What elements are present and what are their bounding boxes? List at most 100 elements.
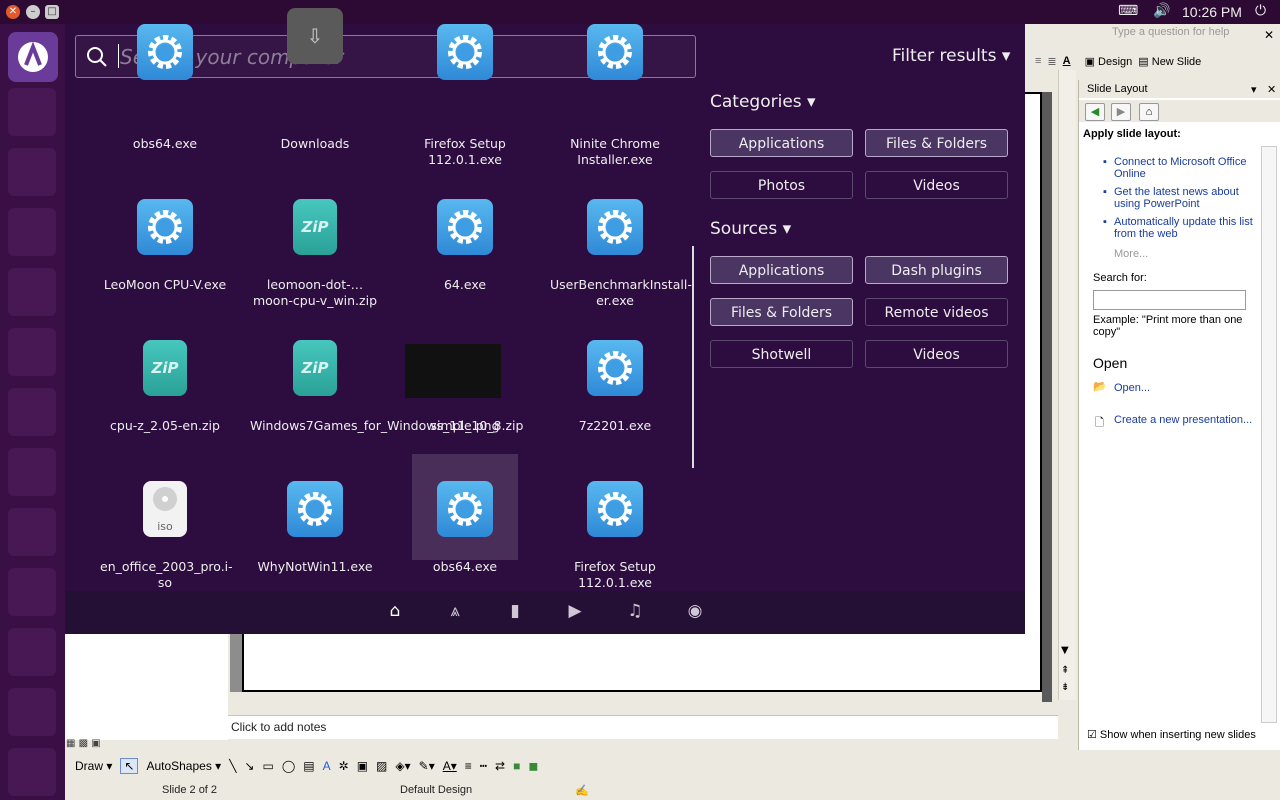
result-item[interactable]: Firefox Setup 112.0.1.exe — [550, 481, 680, 601]
line-style-icon[interactable]: ≡ — [465, 759, 472, 773]
photo-lens-icon[interactable]: ◉ — [685, 601, 705, 621]
arrow-style-icon[interactable]: ⇄ — [495, 759, 505, 773]
oval-icon[interactable]: ◯ — [282, 759, 295, 773]
indent-icon[interactable]: ≣ — [1047, 55, 1056, 68]
office-online-link-2[interactable]: Automatically update this list from the … — [1114, 216, 1259, 240]
office-dock-icon[interactable] — [8, 688, 56, 736]
clock[interactable]: 10:26 PM — [1182, 4, 1242, 20]
result-item[interactable]: ZiP cpu-z_2.05-en.zip — [100, 340, 230, 460]
result-item[interactable]: Ninite Chrome Installer.exe — [550, 24, 680, 178]
dash-style-icon[interactable]: ┅ — [480, 759, 487, 773]
categories-title[interactable]: Categories ▾ — [710, 92, 816, 112]
7zip-dock-icon[interactable] — [8, 628, 56, 676]
select-pointer-icon[interactable]: ↖ — [120, 758, 139, 774]
media-dock-icon[interactable] — [8, 388, 56, 436]
picture-icon[interactable]: ▨ — [376, 759, 387, 773]
source-filter-button[interactable]: Files & Folders — [710, 298, 853, 326]
open-link[interactable]: Open... — [1114, 382, 1150, 394]
forward-icon[interactable]: ▶ — [1111, 103, 1131, 121]
align-icon[interactable]: ≡ — [1035, 55, 1041, 67]
back-icon[interactable]: ◀ — [1085, 103, 1105, 121]
create-presentation-link[interactable]: Create a new presentation... — [1114, 414, 1252, 426]
source-filter-button[interactable]: Videos — [865, 340, 1008, 368]
rectangle-icon[interactable]: ▭ — [262, 759, 273, 773]
task-pane-close-icon[interactable]: ✕ — [1267, 83, 1276, 96]
writer-dock-icon[interactable] — [8, 208, 56, 256]
sources-title[interactable]: Sources ▾ — [710, 219, 791, 239]
music-lens-icon[interactable]: ♫ — [625, 601, 645, 621]
results-scrollbar[interactable] — [692, 246, 694, 468]
source-filter-button[interactable]: Applications — [710, 256, 853, 284]
more-link[interactable]: More... — [1114, 248, 1148, 260]
keyboard-icon[interactable]: ⌨ — [1118, 3, 1138, 19]
applications-lens-icon[interactable]: ⩓ — [445, 601, 465, 621]
new-slide-button[interactable]: ▤ New Slide — [1138, 55, 1201, 68]
source-filter-button[interactable]: Dash plugins — [865, 256, 1008, 284]
dash-home-icon[interactable] — [8, 32, 58, 82]
result-item[interactable]: LeoMoon CPU-V.exe — [100, 199, 230, 319]
task-pane-scrollbar[interactable] — [1261, 146, 1277, 723]
diagram-icon[interactable]: ✲ — [339, 759, 349, 773]
help-search-box[interactable]: Type a question for help — [1112, 26, 1262, 46]
autoshapes-menu[interactable]: AutoShapes ▾ — [146, 759, 221, 773]
result-item[interactable]: iso en_office_2003_pro.i-so — [100, 481, 233, 601]
result-item[interactable]: ZiP leomoon-dot-… moon-cpu-v_win.zip — [250, 199, 380, 319]
font-color-icon[interactable]: A — [1063, 55, 1071, 67]
office-online-link-0[interactable]: Connect to Microsoft Office Online — [1114, 156, 1254, 180]
result-item[interactable]: ZiP Windows7Games_for_Windows_11_10_8.zip — [250, 340, 523, 460]
volume-icon[interactable]: 🔊 — [1153, 3, 1170, 19]
task-pane-menu-icon[interactable]: ▾ — [1251, 83, 1257, 96]
source-filter-button[interactable]: Shotwell — [710, 340, 853, 368]
scroll-down-icon[interactable]: ▼ — [1061, 645, 1069, 656]
minimize-window-icon[interactable]: – — [26, 5, 40, 19]
result-item[interactable]: UserBenchmarkInstall-er.exe — [550, 199, 692, 319]
app-dock-icon[interactable] — [8, 508, 56, 556]
category-filter-button[interactable]: Videos — [865, 171, 1008, 199]
next-slide-icon[interactable]: ⇟ — [1061, 682, 1069, 693]
home-lens-icon[interactable]: ⌂ — [385, 601, 405, 621]
result-item[interactable]: Firefox Setup 112.0.1.exe — [400, 24, 530, 178]
slide-scrollbar[interactable] — [1058, 70, 1076, 700]
files-dock-icon[interactable] — [8, 88, 56, 136]
arrow-icon[interactable]: ↘ — [244, 759, 254, 773]
files-lens-icon[interactable]: ▮ — [505, 601, 525, 621]
source-filter-button[interactable]: Remote videos — [865, 298, 1008, 326]
category-filter-button[interactable]: Photos — [710, 171, 853, 199]
draw-menu[interactable]: Draw ▾ — [75, 759, 112, 773]
calc-dock-icon[interactable] — [8, 328, 56, 376]
result-item[interactable]: simple.png — [400, 340, 530, 460]
prev-slide-icon[interactable]: ⇞ — [1061, 665, 1069, 676]
line-icon[interactable]: ╲ — [229, 759, 236, 773]
wordart-icon[interactable]: A — [323, 759, 331, 773]
font-color-draw-icon[interactable]: A▾ — [443, 759, 457, 773]
result-item[interactable]: WhyNotWin11.exe — [250, 481, 380, 601]
category-filter-button[interactable]: Files & Folders — [865, 129, 1008, 157]
notes-pane[interactable]: Click to add notes — [228, 715, 1058, 739]
line-color-icon[interactable]: ✎▾ — [419, 759, 435, 773]
video-lens-icon[interactable]: ▶ — [565, 601, 585, 621]
impress-dock-icon[interactable] — [8, 268, 56, 316]
view-buttons[interactable]: ▦ ▩ ▣ — [66, 738, 226, 752]
result-item[interactable]: ⇩ Downloads — [250, 8, 380, 178]
filter-results-toggle[interactable]: Filter results ▾ — [892, 46, 1010, 66]
office-online-link-1[interactable]: Get the latest news about using PowerPoi… — [1114, 186, 1254, 210]
result-item[interactable]: obs64.exe — [100, 24, 230, 178]
close-help-icon[interactable]: ✕ — [1264, 28, 1274, 42]
result-item[interactable]: 64.exe — [400, 199, 530, 319]
close-window-icon[interactable]: ✕ — [6, 5, 20, 19]
result-item[interactable]: obs64.exe — [400, 481, 530, 601]
textbox-icon[interactable]: ▤ — [303, 759, 314, 773]
shadow-icon[interactable]: ■ — [513, 759, 520, 773]
monitor-dock-icon[interactable] — [8, 568, 56, 616]
3d-icon[interactable]: ◼ — [528, 759, 538, 773]
browser-dock-icon[interactable] — [8, 148, 56, 196]
result-item[interactable]: 7z2201.exe — [550, 340, 680, 460]
maximize-window-icon[interactable]: □ — [45, 5, 59, 19]
terminal-dock-icon[interactable] — [8, 448, 56, 496]
show-when-inserting-checkbox[interactable]: ☑ Show when inserting new slides — [1087, 728, 1277, 744]
fill-color-icon[interactable]: ◈▾ — [395, 759, 410, 773]
search-for-input[interactable] — [1093, 290, 1246, 310]
category-filter-button[interactable]: Applications — [710, 129, 853, 157]
design-button[interactable]: ▣ Design — [1085, 55, 1133, 68]
trash-dock-icon[interactable] — [8, 748, 56, 796]
